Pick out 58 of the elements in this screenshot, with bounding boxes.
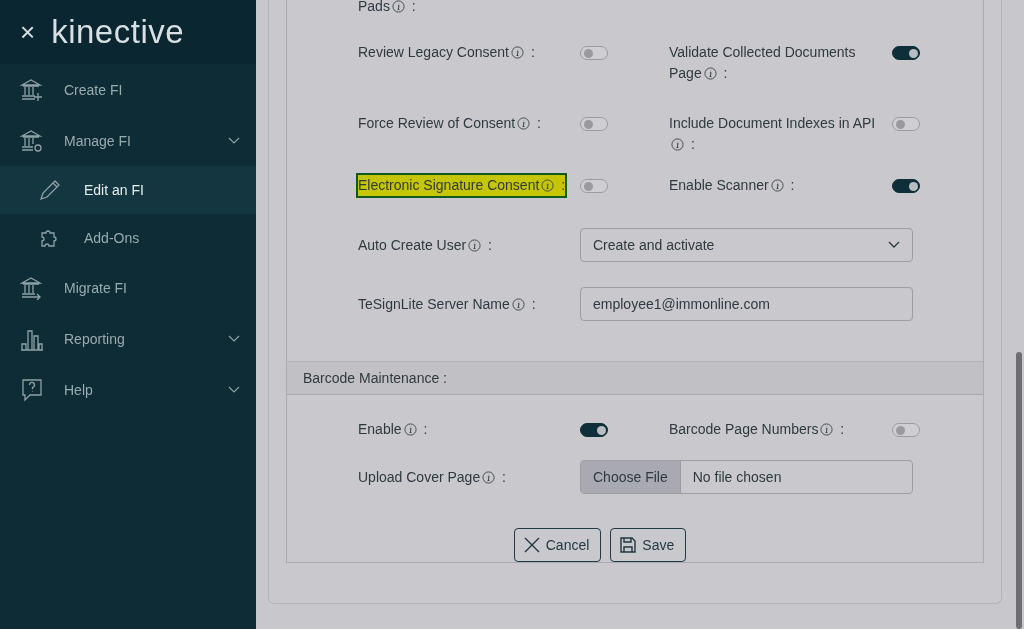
help-icon [20,377,44,402]
toggle-switch[interactable] [892,46,920,60]
info-icon[interactable] [468,239,482,252]
info-icon[interactable] [703,67,717,80]
toggle-switch[interactable] [580,117,608,131]
field-label: Force Review of Consent : [358,114,541,133]
info-icon[interactable] [511,46,524,59]
field-label: Pads : [358,0,416,16]
close-button[interactable]: × [20,19,36,45]
sidebar-item[interactable]: Migrate FI [0,262,256,313]
toggle-switch[interactable] [580,423,608,437]
server-name-field[interactable]: employee1@immonline.com [580,287,913,321]
pencil-icon [38,178,62,202]
field-label: TeSignLite Server Name : [358,295,536,314]
sidebar-item[interactable]: Help [0,364,256,415]
info-icon[interactable] [482,471,496,484]
bank-arrow-icon [20,275,44,300]
field-label: Enable Scanner : [669,176,795,195]
field-label: Upload Cover Page : [358,468,506,487]
chevron-icon [888,241,900,249]
field-label: Review Legacy Consent : [358,43,535,62]
bank-plus-icon [20,77,44,102]
sidebar-item[interactable]: Reporting [0,313,256,364]
field-label: Validate Collected Documents Page : [669,43,857,83]
chevron-icon [228,136,240,145]
field-label: Include Document Indexes in API : [669,114,877,154]
sidebar-item[interactable]: Manage FI [0,115,256,166]
toggle-switch[interactable] [892,179,920,193]
info-icon[interactable] [517,117,531,130]
sidebar-item[interactable]: Edit an FI [0,166,256,214]
chevron-icon [228,334,240,343]
section-header: Barcode Maintenance : [287,361,983,395]
field-label: Barcode Page Numbers : [669,420,845,439]
user-select[interactable]: Create and activate [580,228,913,262]
close-icon [522,536,541,554]
field-label: Enable : [358,420,428,439]
toggle-switch[interactable] [892,423,920,437]
info-icon[interactable] [403,423,417,436]
file-input[interactable]: Choose File No file chosen [580,460,913,494]
info-icon[interactable] [391,0,405,13]
info-icon[interactable] [511,298,525,311]
chevron-icon [228,385,240,394]
toggle-switch[interactable] [580,179,608,193]
sidebar-item[interactable]: Create FI [0,64,256,115]
cancel-button[interactable]: Cancel [513,528,602,562]
field-label: Electronic Signature Consent : [358,175,566,196]
info-icon[interactable] [770,179,784,192]
info-icon[interactable] [541,179,555,192]
scrollbar-thumb[interactable] [1016,352,1022,629]
toggle-switch[interactable] [892,117,920,131]
info-icon[interactable] [671,138,684,151]
info-icon[interactable] [820,423,834,436]
sidebar-item[interactable]: Add-Ons [0,214,256,262]
toggle-switch[interactable] [580,46,608,60]
save-button[interactable]: Save [610,528,687,562]
bank-gear-icon [20,128,44,153]
field-label: Auto Create User : [358,236,492,255]
brand-logo: kinective [51,13,185,51]
